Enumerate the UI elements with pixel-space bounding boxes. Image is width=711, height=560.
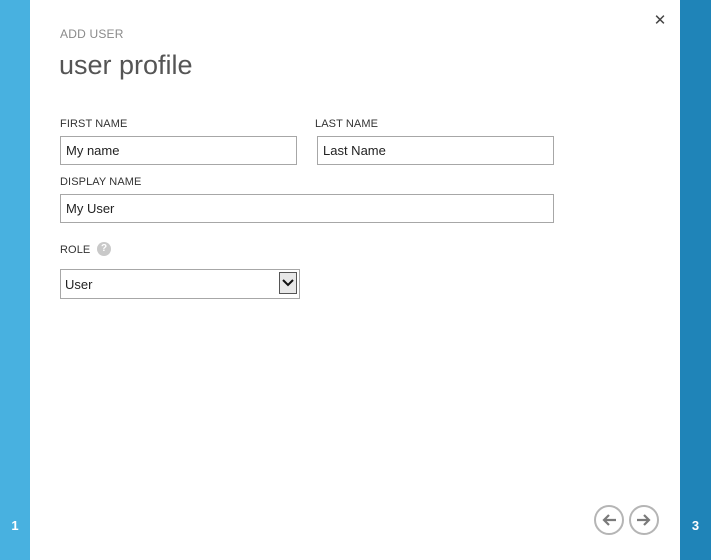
- last-name-field[interactable]: [317, 136, 554, 165]
- question-mark-icon[interactable]: ?: [97, 242, 111, 256]
- close-icon: ✕: [653, 12, 667, 29]
- next-button[interactable]: [629, 505, 659, 535]
- first-name-label: FIRST NAME: [60, 118, 128, 130]
- wizard-left-rail: 1: [0, 0, 30, 560]
- page-title: user profile: [59, 50, 193, 80]
- first-name-field[interactable]: [60, 136, 297, 165]
- close-button[interactable]: ✕: [651, 12, 669, 30]
- display-name-label: DISPLAY NAME: [60, 176, 142, 188]
- add-user-dialog: ✕ ADD USER user profile FIRST NAME LAST …: [30, 0, 680, 560]
- step-indicator-right: 3: [691, 518, 700, 533]
- display-name-field[interactable]: [60, 194, 554, 223]
- step-indicator-left: 1: [11, 518, 19, 533]
- back-button[interactable]: [594, 505, 624, 535]
- wizard-right-rail: 3: [680, 0, 711, 560]
- dialog-eyebrow: ADD USER: [60, 27, 124, 41]
- last-name-label: LAST NAME: [315, 118, 379, 130]
- chevron-down-icon[interactable]: [279, 272, 297, 294]
- role-select-value: User: [65, 277, 93, 292]
- arrow-right-icon: [637, 514, 651, 526]
- arrow-left-icon: [602, 514, 616, 526]
- role-label: ROLE: [60, 244, 91, 256]
- role-select[interactable]: User: [60, 269, 300, 299]
